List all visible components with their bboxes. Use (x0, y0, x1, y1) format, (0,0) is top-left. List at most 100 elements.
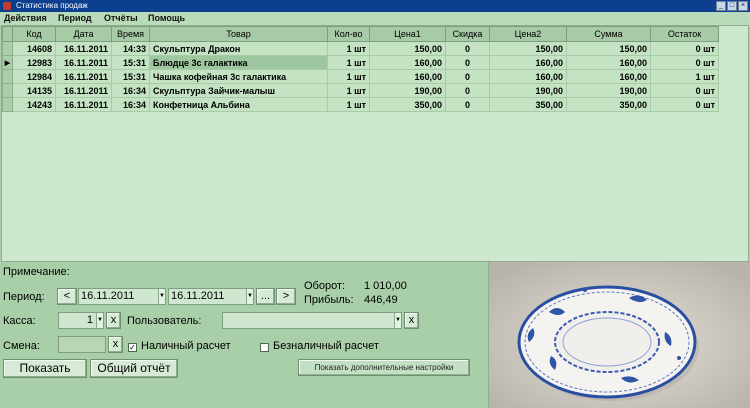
row-indicator[interactable] (2, 97, 13, 112)
date-to-field[interactable]: 16.11.2011 ▼ (168, 288, 254, 305)
more-settings-button[interactable]: Показать дополнительные настройки (298, 359, 470, 376)
table-row[interactable]: 14608 16.11.2011 14:33 Скульптура Дракон… (2, 41, 719, 56)
cell-qty[interactable]: 1 шт (327, 69, 370, 84)
cell-time[interactable]: 15:31 (111, 55, 150, 70)
column-header-discount[interactable]: Скидка (445, 26, 490, 42)
cell-discount[interactable]: 0 (445, 97, 490, 112)
date-from-field[interactable]: 16.11.2011 ▼ (78, 288, 166, 305)
cell-price1[interactable]: 160,00 (369, 55, 446, 70)
cell-product[interactable]: Блюдце 3с галактика (149, 55, 328, 70)
table-row[interactable]: 14135 16.11.2011 16:34 Скульптура Зайчик… (2, 83, 719, 98)
cell-code[interactable]: 12983 (12, 55, 56, 70)
shift-clear-button[interactable]: x (108, 336, 123, 353)
cell-product[interactable]: Конфетница Альбина (149, 97, 328, 112)
user-clear-button[interactable]: x (404, 312, 419, 329)
kassa-dropdown-icon[interactable]: ▼ (96, 313, 103, 328)
cell-qty[interactable]: 1 шт (327, 83, 370, 98)
menu-period[interactable]: Период (58, 12, 92, 25)
cell-stock[interactable]: 0 шт (650, 55, 719, 70)
cell-price2[interactable]: 160,00 (489, 69, 567, 84)
cell-qty[interactable]: 1 шт (327, 55, 370, 70)
cell-sum[interactable]: 350,00 (566, 97, 651, 112)
date-from-value: 16.11.2011 (81, 290, 135, 302)
cell-price2[interactable]: 350,00 (489, 97, 567, 112)
cell-discount[interactable]: 0 (445, 69, 490, 84)
cell-sum[interactable]: 190,00 (566, 83, 651, 98)
cell-price1[interactable]: 350,00 (369, 97, 446, 112)
cell-price2[interactable]: 190,00 (489, 83, 567, 98)
cell-sum[interactable]: 160,00 (566, 55, 651, 70)
cashless-checkbox[interactable] (260, 343, 269, 352)
cell-stock[interactable]: 0 шт (650, 83, 719, 98)
cell-sum[interactable]: 160,00 (566, 69, 651, 84)
kassa-select[interactable]: 1 ▼ (58, 312, 104, 329)
cell-price1[interactable]: 160,00 (369, 69, 446, 84)
cell-price1[interactable]: 150,00 (369, 41, 446, 56)
user-select[interactable]: ▼ (222, 312, 402, 329)
column-header-price1[interactable]: Цена1 (369, 26, 446, 42)
cell-qty[interactable]: 1 шт (327, 41, 370, 56)
table-row-selected[interactable]: ▶ 12983 16.11.2011 15:31 Блюдце 3с галак… (2, 55, 719, 70)
cell-discount[interactable]: 0 (445, 83, 490, 98)
cell-stock[interactable]: 0 шт (650, 41, 719, 56)
column-header-code[interactable]: Код (12, 26, 56, 42)
cell-time[interactable]: 15:31 (111, 69, 150, 84)
column-header-price2[interactable]: Цена2 (489, 26, 567, 42)
minimize-button[interactable]: _ (716, 1, 726, 11)
cell-code[interactable]: 12984 (12, 69, 56, 84)
column-header-qty[interactable]: Кол-во (327, 26, 370, 42)
period-pick-button[interactable]: ... (256, 288, 275, 305)
cell-time[interactable]: 14:33 (111, 41, 150, 56)
cell-stock[interactable]: 0 шт (650, 97, 719, 112)
cell-qty[interactable]: 1 шт (327, 97, 370, 112)
show-button[interactable]: Показать (3, 359, 87, 378)
cell-price2[interactable]: 160,00 (489, 55, 567, 70)
user-dropdown-icon[interactable]: ▼ (394, 313, 401, 328)
row-indicator[interactable] (2, 83, 13, 98)
column-header-sum[interactable]: Сумма (566, 26, 651, 42)
sales-grid[interactable]: Код Дата Время Товар Кол-во Цена1 Скидка… (1, 25, 749, 262)
cell-date[interactable]: 16.11.2011 (55, 97, 112, 112)
shift-field[interactable] (58, 336, 106, 353)
cell-price1[interactable]: 190,00 (369, 83, 446, 98)
period-next-button[interactable]: > (276, 288, 296, 305)
table-row[interactable]: 14243 16.11.2011 16:34 Конфетница Альбин… (2, 97, 719, 112)
current-row-indicator-icon[interactable]: ▶ (2, 55, 13, 70)
close-button[interactable]: × (738, 1, 748, 11)
cell-date[interactable]: 16.11.2011 (55, 41, 112, 56)
column-header-time[interactable]: Время (111, 26, 150, 42)
cell-code[interactable]: 14243 (12, 97, 56, 112)
general-report-button[interactable]: Общий отчёт (90, 359, 178, 378)
cell-product[interactable]: Чашка кофейная 3с галактика (149, 69, 328, 84)
cell-code[interactable]: 14608 (12, 41, 56, 56)
column-header-date[interactable]: Дата (55, 26, 112, 42)
row-indicator[interactable] (2, 69, 13, 84)
cell-product[interactable]: Скульптура Дракон (149, 41, 328, 56)
date-from-dropdown-icon[interactable]: ▼ (158, 289, 165, 304)
cell-sum[interactable]: 150,00 (566, 41, 651, 56)
cell-time[interactable]: 16:34 (111, 83, 150, 98)
column-header-stock[interactable]: Остаток (650, 26, 719, 42)
cell-price2[interactable]: 150,00 (489, 41, 567, 56)
cell-product[interactable]: Скульптура Зайчик-малыш (149, 83, 328, 98)
profit-value: 446,49 (364, 294, 398, 306)
menu-reports[interactable]: Отчёты (104, 12, 138, 25)
cell-stock[interactable]: 1 шт (650, 69, 719, 84)
row-indicator[interactable] (2, 41, 13, 56)
cell-time[interactable]: 16:34 (111, 97, 150, 112)
kassa-clear-button[interactable]: x (106, 312, 121, 329)
period-prev-button[interactable]: < (57, 288, 77, 305)
cell-date[interactable]: 16.11.2011 (55, 55, 112, 70)
cell-discount[interactable]: 0 (445, 55, 490, 70)
menu-actions[interactable]: Действия (4, 12, 47, 25)
cell-code[interactable]: 14135 (12, 83, 56, 98)
cash-checkbox[interactable]: ✓ (128, 343, 137, 352)
table-row[interactable]: 12984 16.11.2011 15:31 Чашка кофейная 3с… (2, 69, 719, 84)
menu-help[interactable]: Помощь (148, 12, 185, 25)
cell-date[interactable]: 16.11.2011 (55, 83, 112, 98)
cell-date[interactable]: 16.11.2011 (55, 69, 112, 84)
column-header-product[interactable]: Товар (149, 26, 328, 42)
date-to-dropdown-icon[interactable]: ▼ (246, 289, 253, 304)
maximize-button[interactable]: □ (727, 1, 737, 11)
cell-discount[interactable]: 0 (445, 41, 490, 56)
